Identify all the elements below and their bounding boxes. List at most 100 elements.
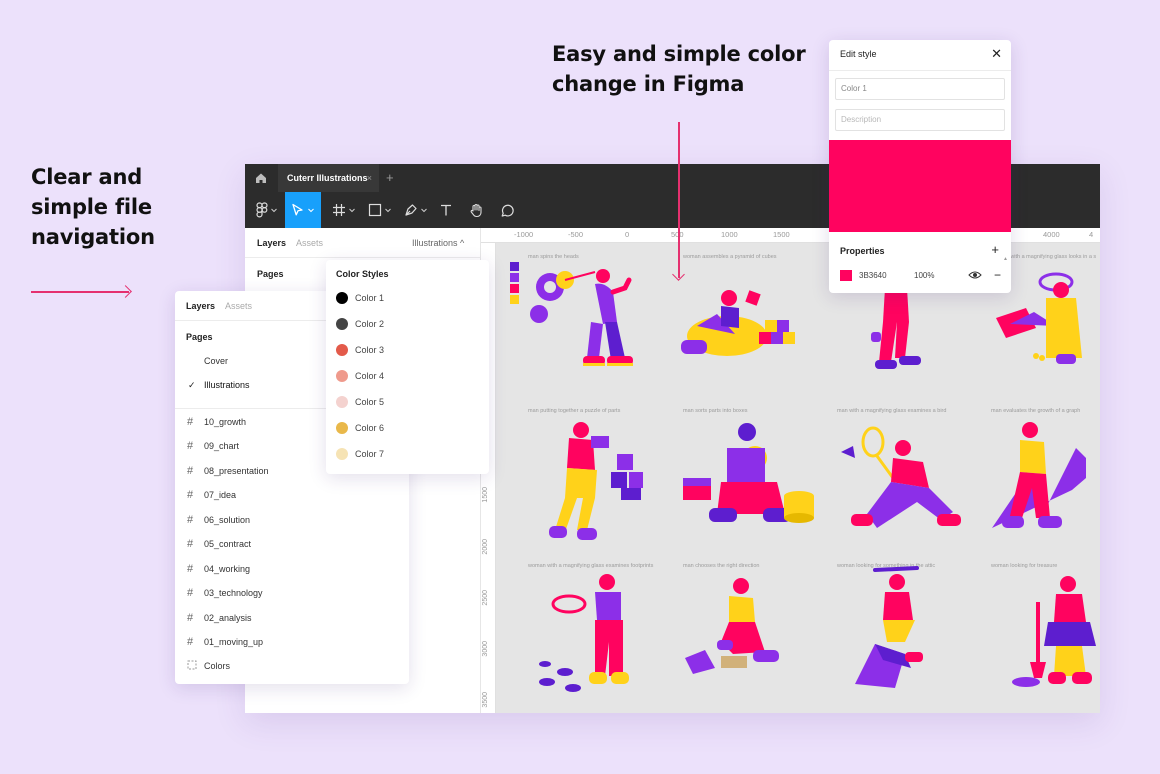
file-tab[interactable]: Cuterr Illustrations ×: [278, 164, 379, 192]
layer-item[interactable]: #09_chart: [187, 439, 239, 453]
layer-item[interactable]: Colors: [187, 659, 230, 673]
illustration-man-boxes[interactable]: [681, 418, 821, 548]
frame-caption: woman looking for treasure: [991, 563, 1058, 569]
layer-label: 01_moving_up: [204, 637, 264, 647]
illustration-woman-treasure[interactable]: [986, 572, 1100, 702]
layer-item[interactable]: #07_idea: [187, 488, 236, 502]
chevron-down-icon: [308, 208, 314, 213]
illustration-man-direction[interactable]: [681, 572, 821, 702]
dashed-frame-icon: [187, 660, 204, 673]
swatch: [510, 262, 519, 271]
ruler-label: 4: [1089, 230, 1094, 239]
illustration-woman-cubes[interactable]: [677, 268, 817, 398]
layer-item[interactable]: #02_analysis: [187, 611, 252, 625]
edit-style-title: Edit style: [840, 49, 877, 59]
headline-line: change in Figma: [552, 72, 745, 96]
add-property-icon[interactable]: +: [991, 242, 999, 257]
cursor-icon: [292, 203, 303, 216]
main-menu-button[interactable]: [251, 192, 283, 228]
frame-icon: [333, 204, 345, 216]
illustration-woman-attic[interactable]: [835, 564, 975, 694]
style-name-input[interactable]: Color 1: [835, 78, 1005, 100]
frame-caption: man chooses the right direction: [683, 563, 760, 569]
opacity-value[interactable]: 100%: [914, 271, 968, 280]
ruler-label: -500: [568, 230, 584, 239]
ruler-label: 2500: [482, 590, 489, 606]
pen-tool-button[interactable]: [401, 192, 431, 228]
hex-value[interactable]: 3B3640: [859, 271, 914, 280]
color-style-item[interactable]: Color 5: [336, 395, 384, 409]
shape-tool-button[interactable]: [365, 192, 395, 228]
illustration-man-bird[interactable]: [833, 418, 973, 548]
tab-assets[interactable]: Assets: [225, 301, 252, 311]
style-description-input[interactable]: Description: [835, 109, 1005, 131]
color-style-label: Color 1: [355, 293, 385, 303]
color-style-item[interactable]: Color 1: [336, 291, 384, 305]
layer-item[interactable]: #03_technology: [187, 586, 263, 600]
ruler-label: 1500: [482, 487, 489, 503]
frame-caption: woman assembles a pyramid of cubes: [683, 254, 777, 260]
layer-label: 08_presentation: [204, 466, 269, 476]
headline-line: Easy and simple color: [552, 42, 806, 66]
color-dot: [336, 344, 348, 356]
hand-tool-button[interactable]: [467, 192, 485, 228]
illustration-man-puzzle[interactable]: [525, 418, 665, 548]
color-style-item[interactable]: Color 7: [336, 447, 384, 461]
tab-layers[interactable]: Layers: [186, 301, 215, 311]
color-swatches-frame[interactable]: [510, 262, 519, 306]
fill-color-chip[interactable]: [840, 269, 852, 281]
scrollbar[interactable]: ▲▼: [1003, 236, 1008, 293]
color-style-item[interactable]: Color 2: [336, 317, 384, 331]
tab-layers[interactable]: Layers: [257, 238, 286, 248]
page-item-cover[interactable]: Cover: [204, 356, 228, 366]
illustration-man-graph[interactable]: [986, 418, 1100, 548]
frame-tool-button[interactable]: [329, 192, 359, 228]
ruler-label: 3500: [482, 692, 489, 708]
color-styles-panel: Color Styles Color 1 Color 2 Color 3 Col…: [326, 260, 489, 474]
color-style-item[interactable]: Color 4: [336, 369, 384, 383]
canvas[interactable]: -1000 -500 0 500 1000 1500 4000 4 1500 2…: [481, 228, 1100, 713]
layer-label: 03_technology: [204, 588, 263, 598]
color-dot: [336, 396, 348, 408]
color-preview-swatch[interactable]: [829, 140, 1011, 232]
text-tool-button[interactable]: [437, 192, 455, 228]
color-dot: [336, 370, 348, 382]
swatch: [510, 284, 519, 293]
frame-caption: man spins the heads: [528, 254, 579, 260]
color-dot: [336, 292, 348, 304]
close-tab-icon[interactable]: ×: [367, 164, 372, 192]
ruler-label: 4000: [1043, 230, 1060, 239]
fill-property-row: 3B3640 100% −: [840, 268, 1005, 282]
page-switcher[interactable]: Illustrations ^: [412, 238, 464, 248]
color-style-item[interactable]: Color 6: [336, 421, 384, 435]
headline-line: navigation: [31, 225, 155, 249]
remove-property-icon[interactable]: −: [994, 268, 1001, 282]
color-dot: [336, 422, 348, 434]
frame-icon: #: [187, 465, 194, 477]
move-tool-button[interactable]: [285, 192, 321, 228]
page-item-illustrations[interactable]: Illustrations: [204, 380, 250, 390]
layer-label: 05_contract: [204, 539, 252, 549]
layer-item[interactable]: #04_working: [187, 562, 250, 576]
layer-item[interactable]: #05_contract: [187, 537, 251, 551]
close-icon[interactable]: ✕: [991, 46, 1002, 62]
comment-icon: [501, 204, 514, 217]
frame-icon: #: [187, 563, 194, 575]
layer-item[interactable]: #08_presentation: [187, 464, 269, 478]
add-tab-icon[interactable]: +: [386, 164, 394, 192]
layer-item[interactable]: #10_growth: [187, 415, 246, 429]
illustration-man-spins-heads[interactable]: [525, 262, 665, 392]
layer-item[interactable]: #06_solution: [187, 513, 250, 527]
comment-tool-button[interactable]: [498, 192, 516, 228]
layer-item[interactable]: #01_moving_up: [187, 635, 263, 649]
chevron-down-icon: [385, 208, 391, 213]
eye-icon[interactable]: [968, 270, 982, 280]
color-style-item[interactable]: Color 3: [336, 343, 384, 357]
layer-label: 04_working: [204, 564, 251, 574]
pages-heading: Pages: [257, 269, 284, 279]
layer-label: Colors: [204, 661, 231, 671]
tab-assets[interactable]: Assets: [296, 238, 323, 248]
home-icon[interactable]: [253, 170, 269, 186]
illustration-woman-footprints[interactable]: [525, 572, 665, 702]
headline-file-navigation: Clear and simple file navigation: [31, 162, 155, 252]
